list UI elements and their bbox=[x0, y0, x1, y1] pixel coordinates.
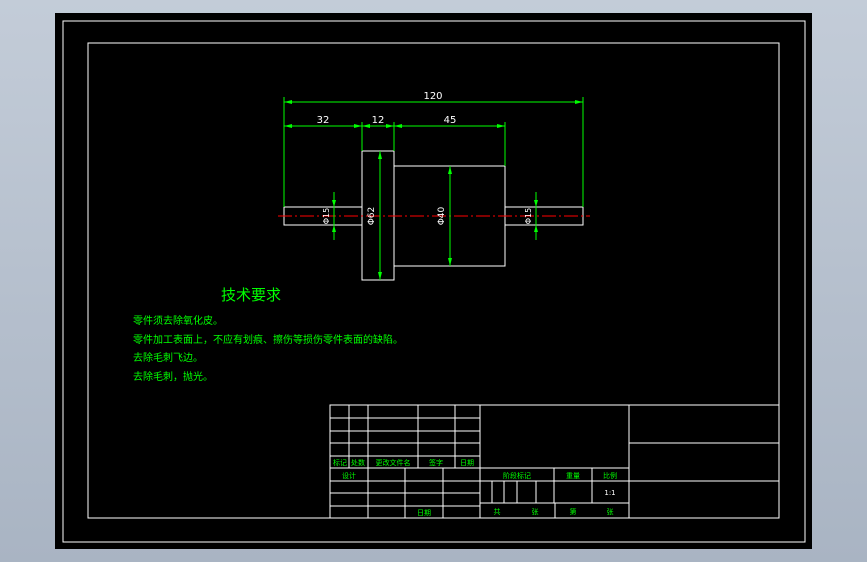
rev-header-file: 更改文件名 bbox=[376, 458, 411, 467]
requirement-item-2: 零件加工表面上，不应有划痕、擦伤等损伤零件表面的缺陷。 bbox=[133, 333, 403, 346]
requirement-item-4: 去除毛刺，抛光。 bbox=[133, 370, 213, 383]
rev-header-date: 日期 bbox=[460, 459, 474, 467]
rev-header-mark: 标记 bbox=[333, 458, 347, 467]
dim-right-end-diameter: Φ15 bbox=[524, 208, 533, 224]
scale-label: 比例 bbox=[603, 471, 617, 480]
drawing-sheet: 120 32 12 45 Φ62 Φ40 Φ15 Φ15 技术要求 零件须去除氧… bbox=[55, 13, 812, 549]
requirements-title: 技术要求 bbox=[221, 286, 281, 304]
page-label: 第 bbox=[570, 507, 577, 516]
rev-header-signature: 签字 bbox=[429, 458, 443, 467]
dim-overall-length: 120 bbox=[423, 91, 442, 102]
weight-label: 重量 bbox=[566, 472, 580, 480]
sheets-label: 张 bbox=[532, 507, 539, 516]
date-label: 日期 bbox=[417, 509, 431, 517]
total-label: 共 bbox=[494, 507, 501, 516]
page-sheets-label: 张 bbox=[607, 507, 614, 516]
scale-value: 1:1 bbox=[604, 489, 615, 497]
dim-body-length: 45 bbox=[444, 115, 457, 126]
dim-collar-length: 12 bbox=[372, 115, 385, 126]
requirement-item-3: 去除毛刺飞边。 bbox=[133, 351, 203, 364]
dim-body-diameter: Φ40 bbox=[437, 206, 447, 225]
design-label: 设计 bbox=[342, 471, 356, 480]
dim-collar-diameter: Φ62 bbox=[367, 207, 377, 226]
rev-header-count: 处数 bbox=[351, 458, 365, 467]
stage-label: 阶段标记 bbox=[503, 471, 531, 480]
requirement-item-1: 零件须去除氧化皮。 bbox=[133, 314, 223, 327]
dim-left-end-diameter: Φ15 bbox=[322, 208, 331, 224]
dim-left-shaft-length: 32 bbox=[317, 115, 330, 126]
